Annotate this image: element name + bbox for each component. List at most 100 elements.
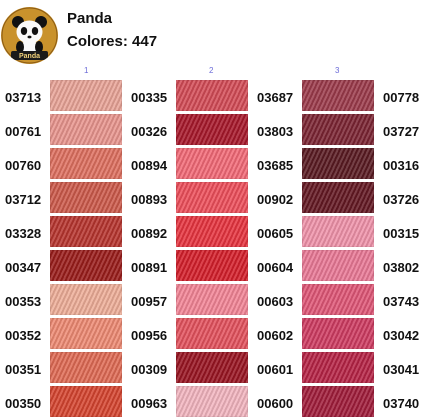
thread-code: 03803 (257, 124, 294, 139)
logo-text: Panda (19, 53, 40, 60)
color-swatch[interactable] (176, 148, 248, 179)
thread-color-item[interactable]: 00956 (126, 318, 252, 350)
thread-color-item[interactable]: 03743 (378, 284, 430, 316)
thread-code: 00309 (131, 362, 168, 377)
thread-code: 00760 (5, 158, 42, 173)
color-swatch[interactable] (50, 80, 122, 111)
thread-color-item[interactable]: 03726 (378, 182, 430, 214)
color-swatch[interactable] (302, 182, 374, 213)
color-swatch[interactable] (302, 216, 374, 247)
thread-code: 00326 (131, 124, 168, 139)
thread-color-item[interactable]: 00602 (252, 318, 378, 350)
thread-code: 00600 (257, 396, 294, 411)
thread-code: 00316 (383, 158, 420, 173)
table-row: 00761 00326 03803 03727 (0, 114, 430, 146)
thread-code: 00761 (5, 124, 42, 139)
color-swatch[interactable] (176, 386, 248, 417)
thread-code: 00604 (257, 260, 294, 275)
thread-color-item[interactable]: 03802 (378, 250, 430, 282)
thread-color-item[interactable]: 00352 (0, 318, 126, 350)
thread-code: 00902 (257, 192, 294, 207)
color-swatch[interactable] (50, 318, 122, 349)
thread-color-item[interactable]: 03712 (0, 182, 126, 214)
thread-color-item[interactable]: 00893 (126, 182, 252, 214)
thread-color-item[interactable]: 03685 (252, 148, 378, 180)
thread-code: 00603 (257, 294, 294, 309)
color-swatch[interactable] (50, 352, 122, 383)
color-swatch[interactable] (50, 182, 122, 213)
column-number-2: 2 (209, 66, 214, 75)
thread-color-item[interactable]: 00347 (0, 250, 126, 282)
thread-color-item[interactable]: 03042 (378, 318, 430, 350)
color-swatch[interactable] (176, 250, 248, 281)
thread-color-item[interactable]: 00326 (126, 114, 252, 146)
color-swatch[interactable] (176, 284, 248, 315)
thread-color-item[interactable]: 03687 (252, 80, 378, 112)
thread-color-item[interactable]: 00351 (0, 352, 126, 384)
color-swatch[interactable] (176, 318, 248, 349)
color-swatch[interactable] (50, 250, 122, 281)
thread-code: 03687 (257, 90, 294, 105)
color-swatch[interactable] (50, 284, 122, 315)
thread-color-item[interactable]: 00316 (378, 148, 430, 180)
thread-code: 00350 (5, 396, 42, 411)
thread-code: 00347 (5, 260, 42, 275)
color-swatch[interactable] (302, 250, 374, 281)
thread-color-item[interactable]: 00891 (126, 250, 252, 282)
thread-color-item[interactable]: 03328 (0, 216, 126, 248)
header: Panda Panda Colores: 447 (0, 0, 430, 66)
column-number-1: 1 (84, 66, 89, 75)
color-swatch[interactable] (176, 352, 248, 383)
thread-color-item[interactable]: 00315 (378, 216, 430, 248)
thread-color-item[interactable]: 00603 (252, 284, 378, 316)
color-swatch[interactable] (50, 148, 122, 179)
table-row: 00351 00309 00601 03041 (0, 352, 430, 384)
thread-code: 03712 (5, 192, 42, 207)
table-row: 03712 00893 00902 03726 (0, 182, 430, 214)
thread-color-item[interactable]: 00353 (0, 284, 126, 316)
color-swatch[interactable] (302, 80, 374, 111)
thread-code: 03713 (5, 90, 42, 105)
thread-color-item[interactable]: 00601 (252, 352, 378, 384)
color-swatch[interactable] (302, 318, 374, 349)
thread-color-item[interactable]: 00760 (0, 148, 126, 180)
color-swatch[interactable] (302, 148, 374, 179)
thread-color-item[interactable]: 00957 (126, 284, 252, 316)
thread-color-item[interactable]: 00350 (0, 386, 126, 418)
color-swatch[interactable] (176, 182, 248, 213)
thread-color-item[interactable]: 03713 (0, 80, 126, 112)
thread-color-item[interactable]: 00902 (252, 182, 378, 214)
thread-color-item[interactable]: 00600 (252, 386, 378, 418)
thread-color-item[interactable]: 00778 (378, 80, 430, 112)
thread-color-item[interactable]: 00335 (126, 80, 252, 112)
thread-code: 03727 (383, 124, 420, 139)
thread-color-item[interactable]: 03041 (378, 352, 430, 384)
color-swatch[interactable] (302, 352, 374, 383)
thread-color-item[interactable]: 00604 (252, 250, 378, 282)
thread-color-item[interactable]: 00605 (252, 216, 378, 248)
table-row: 03713 00335 03687 00778 (0, 80, 430, 112)
color-swatch[interactable] (176, 80, 248, 111)
thread-color-item[interactable]: 03803 (252, 114, 378, 146)
color-swatch[interactable] (302, 284, 374, 315)
thread-color-item[interactable]: 00894 (126, 148, 252, 180)
thread-code: 00956 (131, 328, 168, 343)
brand-title: Panda (67, 10, 113, 27)
thread-color-item[interactable]: 00892 (126, 216, 252, 248)
thread-color-item[interactable]: 00309 (126, 352, 252, 384)
color-swatch[interactable] (176, 114, 248, 145)
color-swatch[interactable] (176, 216, 248, 247)
thread-color-item[interactable]: 03740 (378, 386, 430, 418)
color-swatch[interactable] (50, 114, 122, 145)
thread-code: 00894 (131, 158, 168, 173)
column-number-3: 3 (335, 66, 340, 75)
color-swatch[interactable] (50, 216, 122, 247)
thread-color-item[interactable]: 00761 (0, 114, 126, 146)
color-swatch[interactable] (302, 386, 374, 417)
thread-color-item[interactable]: 00963 (126, 386, 252, 418)
thread-code: 03685 (257, 158, 294, 173)
color-swatch[interactable] (302, 114, 374, 145)
thread-code: 00335 (131, 90, 168, 105)
thread-color-item[interactable]: 03727 (378, 114, 430, 146)
color-swatch[interactable] (50, 386, 122, 417)
